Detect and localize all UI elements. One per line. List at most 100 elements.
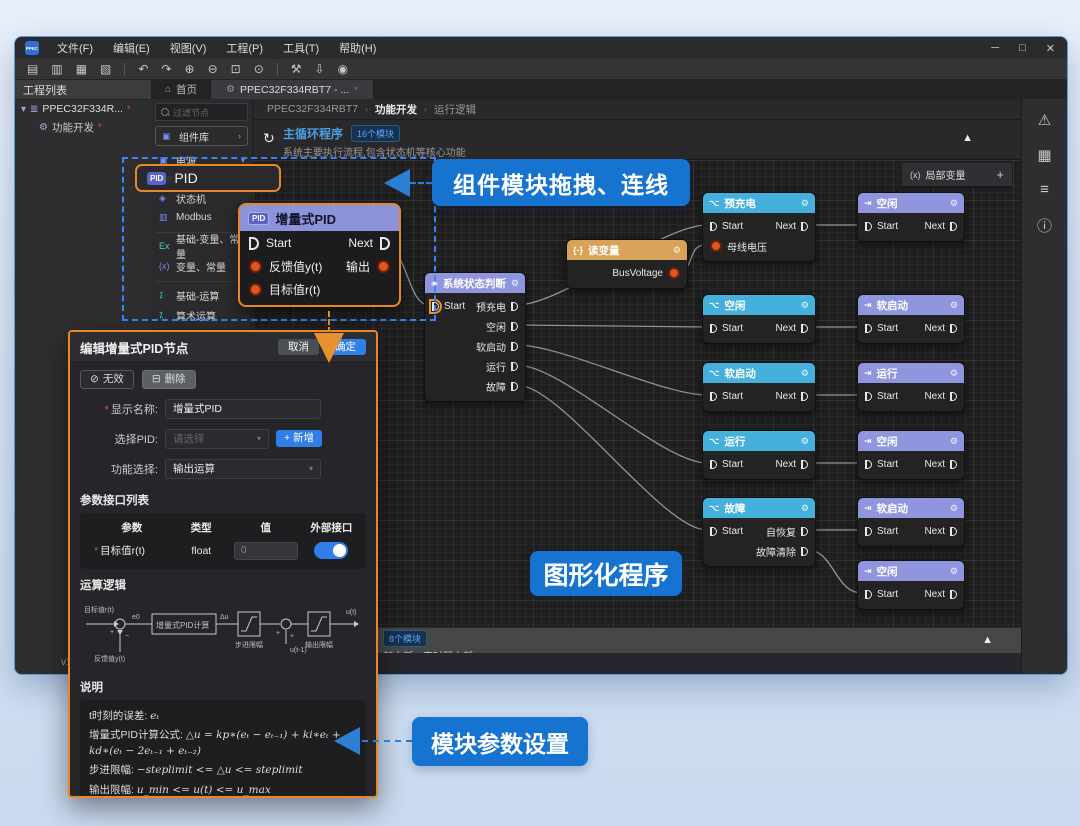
- display-name-input[interactable]: 增量式PID: [165, 399, 321, 419]
- flow-port[interactable]: [865, 527, 872, 536]
- external-interface-toggle[interactable]: [314, 542, 348, 559]
- gear-icon[interactable]: ⚙: [673, 245, 681, 256]
- flow-port[interactable]: [950, 460, 957, 469]
- gear-icon[interactable]: ⚙: [950, 300, 958, 311]
- data-port[interactable]: [668, 267, 680, 279]
- flow-port[interactable]: [801, 460, 808, 469]
- breadcrumb-item[interactable]: 运行逻辑: [434, 102, 476, 117]
- flow-port[interactable]: [865, 392, 872, 401]
- flow-node-idle-state-5[interactable]: ⇥空闲⚙StartNext: [857, 560, 965, 610]
- save-file-icon[interactable]: ▦: [76, 63, 87, 75]
- flow-port[interactable]: [511, 362, 518, 371]
- flow-port[interactable]: [511, 302, 518, 311]
- fit-view-icon[interactable]: ⊡: [231, 63, 241, 75]
- local-variables-panel[interactable]: (x) 局部变量 +: [901, 162, 1013, 188]
- redo-icon[interactable]: ↷: [161, 63, 171, 75]
- function-select-dropdown[interactable]: 输出运算 ▾: [165, 459, 321, 479]
- gear-icon[interactable]: ⚙: [950, 368, 958, 379]
- chip-icon[interactable]: ▦: [1037, 146, 1051, 164]
- flow-node-idle-branch[interactable]: ⌥空闲⚙StartNext: [702, 294, 816, 344]
- flow-port[interactable]: [801, 547, 808, 556]
- flow-port[interactable]: [950, 222, 957, 231]
- flow-port[interactable]: [950, 527, 957, 536]
- gear-icon[interactable]: ⚙: [801, 300, 809, 311]
- flow-port[interactable]: [249, 237, 259, 250]
- flow-node-read-var[interactable]: {-}读变量⚙BusVoltage: [566, 239, 688, 289]
- flow-port[interactable]: [865, 324, 872, 333]
- flow-node-softstart-branch[interactable]: ⌥软启动⚙StartNext: [702, 362, 816, 412]
- flow-node-idle-state-1[interactable]: ⇥空闲⚙StartNext: [857, 192, 965, 242]
- flow-port[interactable]: [801, 324, 808, 333]
- info-icon[interactable]: ⓘ: [1037, 215, 1052, 236]
- menu-edit[interactable]: 编辑(E): [113, 40, 150, 56]
- close-folder-icon[interactable]: ▧: [100, 63, 111, 75]
- breadcrumb-item[interactable]: PPEC32F334RBT7: [267, 103, 358, 115]
- data-port[interactable]: [249, 260, 262, 273]
- maximize-button[interactable]: □: [1019, 42, 1026, 54]
- flow-port[interactable]: [710, 460, 717, 469]
- flash-icon[interactable]: ⇩: [315, 63, 325, 75]
- menu-tools[interactable]: 工具(T): [283, 40, 319, 56]
- close-button[interactable]: ✕: [1046, 42, 1055, 55]
- refresh-icon[interactable]: ↻: [263, 130, 275, 147]
- flow-port[interactable]: [511, 382, 518, 391]
- register-icon[interactable]: ≡: [1040, 181, 1049, 198]
- flow-node-run-branch[interactable]: ⌥运行⚙StartNext: [702, 430, 816, 480]
- flow-node-sys-state-judge[interactable]: ◈系统状态判断⚙Start预充电空闲软启动运行故障: [424, 272, 526, 402]
- filter-node-search[interactable]: 过滤节点: [155, 103, 248, 121]
- warning-icon[interactable]: ⚠: [1038, 111, 1051, 129]
- sidebar-item-root[interactable]: ▾≣PPEC32F334R...*: [15, 100, 151, 118]
- add-pid-button[interactable]: + 新增: [276, 430, 322, 447]
- flow-port[interactable]: [710, 527, 717, 536]
- param-value-input[interactable]: 0: [234, 542, 298, 560]
- flow-port[interactable]: [710, 392, 717, 401]
- select-pid-dropdown[interactable]: 请选择 ▾: [165, 429, 269, 449]
- breadcrumb-item[interactable]: 功能开发: [375, 102, 417, 117]
- add-variable-button[interactable]: +: [996, 167, 1004, 182]
- data-port[interactable]: [710, 240, 722, 252]
- flow-port[interactable]: [380, 237, 390, 250]
- cancel-button[interactable]: 取消: [278, 339, 319, 356]
- flow-node-softstart-state-5[interactable]: ⇥软启动⚙StartNext: [857, 497, 965, 547]
- sidebar-item-func-dev[interactable]: ⚙功能开发*: [15, 118, 151, 136]
- flow-port[interactable]: [801, 392, 808, 401]
- menu-help[interactable]: 帮助(H): [339, 40, 376, 56]
- flow-port[interactable]: [950, 324, 957, 333]
- flow-port[interactable]: [865, 460, 872, 469]
- gear-icon[interactable]: ⚙: [950, 566, 958, 577]
- menu-view[interactable]: 视图(V): [170, 40, 207, 56]
- gear-icon[interactable]: ⚙: [801, 198, 809, 209]
- component-library-button[interactable]: ▣ 组件库 ›: [155, 126, 248, 146]
- data-port[interactable]: [249, 283, 262, 296]
- undo-icon[interactable]: ↶: [138, 63, 148, 75]
- flow-port[interactable]: [950, 590, 957, 599]
- collapse-icon[interactable]: ▲: [962, 132, 973, 144]
- delete-button[interactable]: ⊟ 删除: [142, 370, 196, 389]
- flow-port[interactable]: [710, 324, 717, 333]
- debug-icon[interactable]: ◉: [338, 63, 348, 75]
- invalid-button[interactable]: ⊘ 无效: [80, 370, 134, 389]
- zoom-out-icon[interactable]: ⊖: [208, 63, 218, 75]
- flow-port[interactable]: [950, 392, 957, 401]
- gear-icon[interactable]: ⚙: [801, 436, 809, 447]
- flow-port[interactable]: [865, 590, 872, 599]
- data-port[interactable]: [377, 260, 390, 273]
- gear-icon[interactable]: ⚙: [801, 503, 809, 514]
- flow-node-fault-branch[interactable]: ⌥故障⚙Start自恢复故障清除: [702, 497, 816, 567]
- gear-icon[interactable]: ⚙: [950, 436, 958, 447]
- flow-port[interactable]: [801, 222, 808, 231]
- flow-port[interactable]: [801, 527, 808, 536]
- collapse-icon[interactable]: ▲: [982, 634, 993, 646]
- flow-port[interactable]: [511, 342, 518, 351]
- locate-icon[interactable]: ⊙: [254, 63, 264, 75]
- build-icon[interactable]: ⚒: [291, 63, 302, 75]
- flow-port[interactable]: [710, 222, 717, 231]
- tab-project[interactable]: ⚙PPEC32F334RBT7 - ...*: [212, 80, 373, 99]
- zoom-in-icon[interactable]: ⊕: [185, 63, 195, 75]
- gear-icon[interactable]: ⚙: [511, 278, 519, 289]
- tab-home[interactable]: ⌂首页: [151, 80, 212, 99]
- gear-icon[interactable]: ⚙: [950, 503, 958, 514]
- flow-node-idle-state-4[interactable]: ⇥空闲⚙StartNext: [857, 430, 965, 480]
- minimize-button[interactable]: ─: [991, 42, 999, 54]
- menu-project[interactable]: 工程(P): [226, 40, 263, 56]
